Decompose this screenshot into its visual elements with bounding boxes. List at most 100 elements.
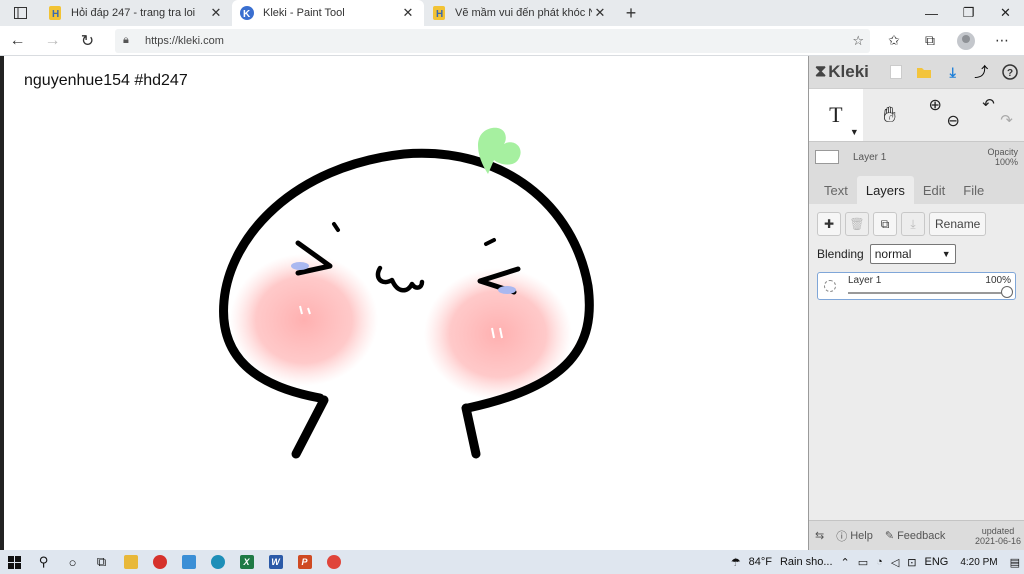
close-tab-icon[interactable]: ✕ <box>400 5 416 21</box>
hand-icon: ✋︎ <box>883 102 896 127</box>
search-icon[interactable]: ⚲ <box>29 550 58 574</box>
start-button[interactable] <box>0 550 29 574</box>
reload-button[interactable]: ↻ <box>70 26 105 56</box>
tab-edit[interactable]: Edit <box>914 176 954 204</box>
rename-button[interactable]: Rename <box>929 212 987 236</box>
share-icon[interactable]: ⤴ <box>967 56 996 88</box>
tab-kleki[interactable]: K Kleki - Paint Tool ✕ <box>232 0 424 26</box>
forward-button[interactable]: → <box>35 26 70 56</box>
kleki-logo-icon: ⧗ <box>815 63 827 80</box>
weather-icon[interactable]: ☂ <box>731 556 741 569</box>
updated-date: 2021-06-16 <box>974 535 1021 546</box>
hd247-icon: H <box>48 6 62 20</box>
browser-toolbar: ✩ ⧉ ⋯ <box>876 26 1020 56</box>
blending-row: Blending normal ▼ <box>817 244 1016 264</box>
close-window-button[interactable]: ✕ <box>987 0 1024 26</box>
delete-layer-button[interactable]: 🗑︎ <box>845 212 869 236</box>
layer-opacity-handle[interactable] <box>1001 286 1013 298</box>
hd247-icon: H <box>432 6 446 20</box>
close-tab-icon[interactable]: ✕ <box>592 5 608 21</box>
open-folder-icon[interactable] <box>910 56 939 88</box>
task-view-icon[interactable]: ⧉ <box>87 550 116 574</box>
chevron-down-icon[interactable]: ▼ <box>850 127 859 137</box>
help-icon: ⓘ <box>836 530 848 543</box>
more-menu-icon[interactable]: ⋯ <box>984 26 1020 56</box>
tab-ve-mam[interactable]: H Vẽ mầm vui đến phát khóc NL : ✕ <box>424 0 616 26</box>
drawing-canvas[interactable]: nguyenhue154 #hd247 <box>0 56 808 550</box>
clock[interactable]: 4:20 PM <box>960 557 997 568</box>
language-indicator[interactable]: ENG <box>925 556 949 568</box>
tab-title: Vẽ mầm vui đến phát khóc NL : <box>455 7 592 19</box>
desktop-icon[interactable] <box>174 550 203 574</box>
help-button[interactable]: ⓘ Help <box>830 521 879 551</box>
kleki-icon: K <box>240 6 254 20</box>
back-button[interactable]: ← <box>0 26 35 56</box>
opacity-readout: Opacity 100% <box>987 147 1018 167</box>
add-layer-button[interactable]: ✚ <box>817 212 841 236</box>
browser-tab-bar: H Hỏi đáp 247 - trang tra loi ✕ K Kleki … <box>0 0 1024 26</box>
excel-icon[interactable]: X <box>232 550 261 574</box>
collections-icon[interactable]: ⧉ <box>912 26 948 56</box>
edge-icon[interactable] <box>203 550 232 574</box>
duplicate-layer-button[interactable]: ⧉ <box>873 212 897 236</box>
battery-icon[interactable]: ▭ <box>858 556 868 569</box>
layer-row[interactable]: Layer 1 100% <box>817 272 1016 300</box>
url-field[interactable]: 🔒︎ https://kleki.com ☆ <box>115 28 870 53</box>
window-controls: — ❐ ✕ <box>913 0 1024 26</box>
tab-hd247[interactable]: H Hỏi đáp 247 - trang tra loi ✕ <box>40 0 232 26</box>
tab-actions-icon <box>13 7 27 19</box>
volume-icon[interactable]: ◁ <box>891 556 899 569</box>
weather-temp[interactable]: 84°F <box>749 556 772 568</box>
left-leg <box>291 395 329 459</box>
close-tab-icon[interactable]: ✕ <box>208 5 224 21</box>
redo-icon[interactable]: ↷ <box>1000 111 1013 129</box>
chevron-up-icon[interactable]: ⌃ <box>841 556 850 569</box>
notification-icon[interactable]: ▤ <box>1010 556 1020 569</box>
system-tray: ☂ 84°F Rain sho... ⌃ ▭ ◔ ◁ ⊡ ENG 4:20 PM… <box>727 550 1024 574</box>
chevron-down-icon: ▼ <box>941 249 951 259</box>
add-favorite-icon[interactable]: ☆ <box>852 33 864 49</box>
windows-icon <box>8 555 21 569</box>
feedback-button[interactable]: ✎ Feedback <box>879 521 952 551</box>
weather-text[interactable]: Rain sho... <box>780 556 833 568</box>
mouth <box>375 265 425 293</box>
network-icon[interactable]: ◔ <box>876 556 883 568</box>
hand-tool-button[interactable]: ✋︎ <box>863 89 917 141</box>
minimize-button[interactable]: — <box>913 0 950 26</box>
profile-button[interactable] <box>948 26 984 56</box>
layer-opacity: 100% <box>985 275 1011 286</box>
layer-opacity-track[interactable] <box>848 292 1007 294</box>
download-icon[interactable]: ⤓ <box>939 56 968 88</box>
text-tool-button[interactable]: T ▼ <box>809 89 863 141</box>
maximize-button[interactable]: ❐ <box>950 0 987 26</box>
tab-title: Hỏi đáp 247 - trang tra loi <box>71 7 196 19</box>
app-icon[interactable] <box>145 550 174 574</box>
zoom-in-icon[interactable]: ⊕ <box>929 95 942 115</box>
layer-thumbnail <box>824 280 836 292</box>
meet-icon[interactable]: ⊡ <box>907 556 916 569</box>
tab-text[interactable]: Text <box>815 176 857 204</box>
merge-layer-button[interactable]: ⤓ <box>901 212 925 236</box>
zoom-out-icon[interactable]: ⊖ <box>947 111 960 131</box>
tab-file[interactable]: File <box>954 176 993 204</box>
kleki-logo: ⧗ Kleki <box>815 62 882 82</box>
favorites-icon[interactable]: ✩ <box>876 26 912 56</box>
blending-select[interactable]: normal ▼ <box>869 244 956 264</box>
chrome-icon[interactable] <box>319 550 348 574</box>
right-brow <box>484 238 496 246</box>
layer-name: Layer 1 <box>848 275 882 286</box>
left-brow <box>332 222 340 232</box>
undo-icon[interactable]: ↶ <box>982 95 995 113</box>
swap-side-button[interactable]: ⇆ <box>809 521 830 551</box>
powerpoint-icon[interactable]: P <box>290 550 319 574</box>
help-icon[interactable]: ? <box>996 56 1024 88</box>
new-image-icon[interactable] <box>882 56 911 88</box>
tab-layers[interactable]: Layers <box>856 176 914 204</box>
drawing <box>219 127 594 459</box>
tab-actions-button[interactable] <box>0 0 40 26</box>
cortana-icon[interactable]: ○ <box>58 550 87 574</box>
blending-label: Blending <box>817 247 864 261</box>
new-tab-button[interactable]: + <box>616 0 646 26</box>
word-icon[interactable]: W <box>261 550 290 574</box>
file-explorer-icon[interactable] <box>116 550 145 574</box>
